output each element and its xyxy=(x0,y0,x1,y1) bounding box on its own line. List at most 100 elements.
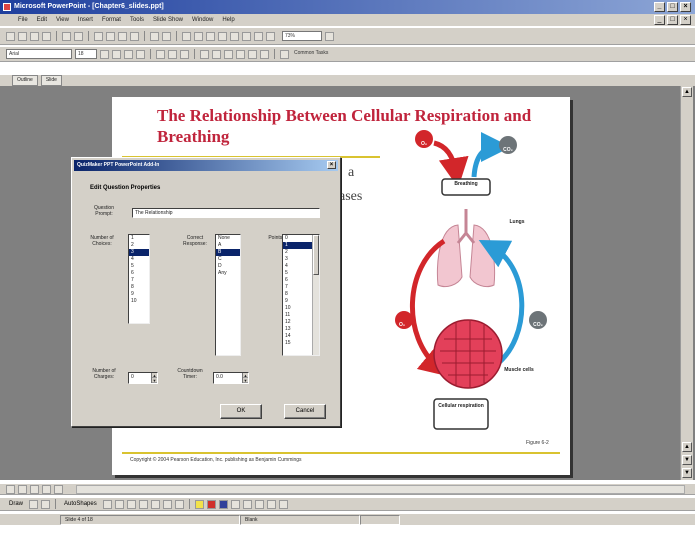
new-slide-icon[interactable] xyxy=(230,31,239,41)
tables-borders-icon[interactable] xyxy=(194,31,203,41)
previous-slide-icon[interactable]: ▲ xyxy=(682,442,692,452)
vertical-scrollbar[interactable]: ▲ ▲ ▼ ▼ xyxy=(680,86,693,480)
redo-icon[interactable] xyxy=(162,31,171,41)
menu-view[interactable]: View xyxy=(56,17,69,23)
email-icon[interactable] xyxy=(42,31,51,41)
number-of-choices-list[interactable]: 1 2 3 4 5 6 7 8 9 10 xyxy=(128,234,150,324)
line-style-icon[interactable] xyxy=(230,499,240,509)
list-option[interactable]: 4 xyxy=(129,256,149,263)
align-center-icon[interactable] xyxy=(168,49,177,59)
line-icon[interactable] xyxy=(102,499,112,509)
menu-help[interactable]: Help xyxy=(222,17,234,23)
decrease-font-icon[interactable] xyxy=(236,49,245,59)
list-option[interactable]: 3 xyxy=(129,249,149,256)
slide-sorter-view-icon[interactable] xyxy=(42,484,51,494)
normal-view-icon[interactable] xyxy=(6,484,15,494)
list-option[interactable]: Any xyxy=(216,270,240,277)
list-option[interactable]: None xyxy=(216,235,240,242)
list-option[interactable]: 9 xyxy=(129,291,149,298)
tab-outline[interactable]: Outline xyxy=(12,75,38,86)
hyperlink-icon[interactable] xyxy=(182,31,191,41)
demote-icon[interactable] xyxy=(260,49,269,59)
correct-response-list[interactable]: None A B C D Any xyxy=(215,234,241,356)
italic-icon[interactable] xyxy=(112,49,121,59)
arrow-style-icon[interactable] xyxy=(254,499,264,509)
align-left-icon[interactable] xyxy=(156,49,165,59)
next-slide-icon[interactable]: ▼ xyxy=(682,455,692,465)
powerpoint-app-icon[interactable] xyxy=(3,3,11,11)
list-option[interactable]: 7 xyxy=(129,277,149,284)
undo-icon[interactable] xyxy=(150,31,159,41)
menu-tools[interactable]: Tools xyxy=(130,17,144,23)
list-option[interactable]: 6 xyxy=(129,270,149,277)
dash-style-icon[interactable] xyxy=(242,499,252,509)
menu-insert[interactable]: Insert xyxy=(78,17,93,23)
cancel-button[interactable]: Cancel xyxy=(284,404,326,419)
oval-icon[interactable] xyxy=(138,499,148,509)
underline-icon[interactable] xyxy=(124,49,133,59)
spelling-icon[interactable] xyxy=(74,31,83,41)
open-icon[interactable] xyxy=(18,31,27,41)
shadow-style-icon[interactable] xyxy=(266,499,276,509)
maximize-button[interactable]: □ xyxy=(667,2,678,12)
menu-file[interactable]: File xyxy=(18,17,28,23)
wordart-icon[interactable] xyxy=(162,499,172,509)
list-option[interactable]: 2 xyxy=(129,242,149,249)
common-tasks-button[interactable]: Common Tasks xyxy=(292,49,362,59)
number-of-charges-spinner[interactable]: ▲ ▼ xyxy=(151,373,157,383)
spin-down-icon[interactable]: ▼ xyxy=(243,378,248,383)
font-select[interactable]: Arial xyxy=(6,49,72,59)
arrow-icon[interactable] xyxy=(114,499,124,509)
bullets-icon[interactable] xyxy=(212,49,221,59)
grayscale-icon[interactable] xyxy=(266,31,275,41)
shadow-icon[interactable] xyxy=(136,49,145,59)
doc-restore-button[interactable]: □ xyxy=(667,15,678,25)
points-list-scrollbar[interactable] xyxy=(312,235,319,355)
insert-chart-icon[interactable] xyxy=(218,31,227,41)
rectangle-icon[interactable] xyxy=(126,499,136,509)
slide-show-icon[interactable] xyxy=(54,484,63,494)
doc-minimize-button[interactable]: _ xyxy=(654,15,665,25)
dialog-close-button[interactable]: × xyxy=(327,161,336,169)
paste-icon[interactable] xyxy=(118,31,127,41)
increase-font-icon[interactable] xyxy=(224,49,233,59)
text-box-icon[interactable] xyxy=(150,499,160,509)
menu-window[interactable]: Window xyxy=(192,17,213,23)
clip-art-icon[interactable] xyxy=(174,499,184,509)
countdown-timer-spinner[interactable]: ▲ ▼ xyxy=(242,373,248,383)
list-option[interactable]: 10 xyxy=(129,298,149,305)
draw-menu[interactable]: Draw xyxy=(6,501,26,507)
align-right-icon[interactable] xyxy=(180,49,189,59)
points-list[interactable]: 0 1 2 3 4 5 6 7 8 9 10 11 12 13 14 15 xyxy=(282,234,320,356)
insert-table-icon[interactable] xyxy=(206,31,215,41)
help-icon[interactable] xyxy=(325,31,334,41)
zoom-select[interactable]: 73% xyxy=(282,31,322,41)
countdown-timer-input[interactable]: 0.0 ▲ ▼ xyxy=(213,372,249,384)
list-option[interactable]: 8 xyxy=(129,284,149,291)
list-option[interactable]: D xyxy=(216,263,240,270)
numbering-icon[interactable] xyxy=(200,49,209,59)
doc-close-button[interactable]: × xyxy=(680,15,691,25)
list-option[interactable]: B xyxy=(216,249,240,256)
bold-icon[interactable] xyxy=(100,49,109,59)
show-formatting-icon[interactable] xyxy=(254,31,263,41)
horizontal-scrollbar[interactable] xyxy=(76,484,685,494)
minimize-button[interactable]: _ xyxy=(654,2,665,12)
menu-slide-show[interactable]: Slide Show xyxy=(153,17,183,23)
close-button[interactable]: × xyxy=(680,2,691,12)
slide-view-icon[interactable] xyxy=(30,484,39,494)
dialog-title-bar[interactable]: QuizMaker PPT PowerPoint Add-In × xyxy=(74,160,338,171)
list-option[interactable]: 5 xyxy=(129,263,149,270)
line-color-icon[interactable] xyxy=(206,499,216,509)
format-painter-icon[interactable] xyxy=(130,31,139,41)
spin-down-icon[interactable]: ▼ xyxy=(152,378,157,383)
copy-icon[interactable] xyxy=(106,31,115,41)
list-option[interactable]: A xyxy=(216,242,240,249)
print-icon[interactable] xyxy=(62,31,71,41)
free-rotate-icon[interactable] xyxy=(41,499,51,509)
animation-effects-icon[interactable] xyxy=(280,49,289,59)
number-of-charges-input[interactable]: 0 ▲ ▼ xyxy=(128,372,158,384)
scroll-down-icon[interactable]: ▼ xyxy=(682,468,692,478)
list-option[interactable]: 1 xyxy=(129,235,149,242)
ok-button[interactable]: OK xyxy=(220,404,262,419)
